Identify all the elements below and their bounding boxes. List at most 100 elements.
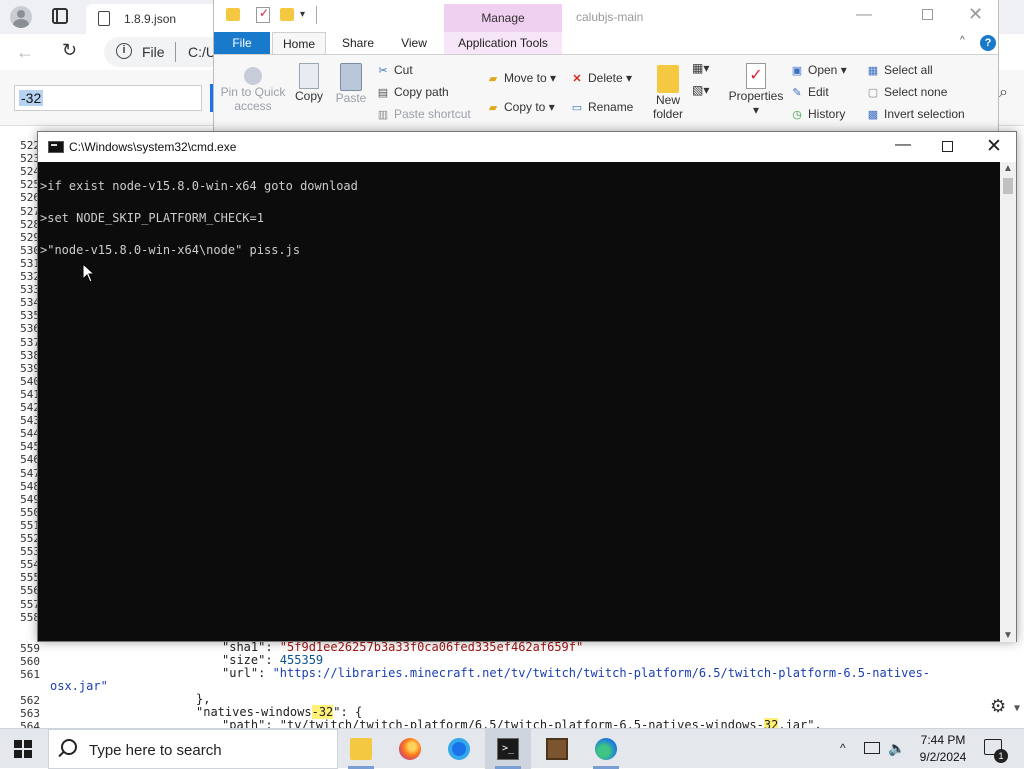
move-to-button[interactable]: ▰ Move to ▾ [486,71,556,85]
close-icon[interactable]: ✕ [968,4,983,25]
paste-shortcut-button[interactable]: ▥ Paste shortcut [376,107,471,121]
tab-file[interactable]: File [214,32,270,54]
folder-icon [226,8,240,21]
minimize-icon[interactable]: — [856,6,872,24]
copy-path-label: Copy path [394,85,449,99]
taskbar-chrome[interactable] [436,729,482,769]
json-key: "size": [222,653,280,667]
windows-start-icon[interactable] [14,740,32,758]
taskbar-search-box[interactable]: Type here to search [48,729,338,769]
edit-button[interactable]: ✎ Edit [790,85,828,99]
close-icon[interactable]: ✕ [986,135,1002,158]
maximize-icon[interactable] [922,9,933,20]
delete-icon: ✕ [572,73,582,85]
minimize-icon[interactable]: — [895,136,911,154]
line-number: 531 [20,256,40,270]
select-all-button[interactable]: ▦ Select all [866,63,933,77]
scroll-up-icon[interactable]: ▲ [1003,163,1013,174]
select-all-icon: ▦ [867,65,879,77]
cut-button[interactable]: ✂ Cut [376,63,413,77]
ribbon-collapse-icon[interactable]: ^ [960,35,965,46]
line-number: 542 [20,401,40,414]
taskbar-minecraft[interactable] [534,729,580,769]
line-number: 555 [20,571,40,585]
copy-path-button[interactable]: ▤ Copy path [376,85,449,99]
line-number: 545 [20,440,40,454]
line-number: 533 [20,283,40,297]
cmd-window[interactable]: C:\Windows\system32\cmd.exe — ✕ >if exis… [37,131,1017,642]
history-button[interactable]: ◷ History [790,107,845,121]
gear-icon[interactable]: ⚙ [990,696,1006,717]
tab-view[interactable]: View [390,32,438,54]
delete-button[interactable]: ✕ Delete ▾ [570,71,632,85]
taskbar-firefox[interactable] [387,729,433,769]
tab-share[interactable]: Share [332,32,384,54]
scroll-down-icon[interactable]: ▼ [1003,630,1013,641]
rename-button[interactable]: ▭ Rename [570,100,634,114]
new-item-button[interactable]: ▦▾ [692,61,716,75]
edit-icon: ✎ [792,87,802,99]
line-number: 552 [20,532,40,545]
info-icon[interactable]: i [116,43,132,59]
help-icon[interactable]: ? [980,35,996,51]
select-none-button[interactable]: ▢ Select none [866,85,948,99]
line-number: 532 [20,270,40,283]
new-folder-icon [657,65,679,93]
line-number-gutter: 522 523 524 525 526 527 528 529 530 531 532 533 534 5… [0,126,40,728]
tab-home[interactable]: Home [272,32,326,54]
copy-button[interactable]: Copy [292,63,326,103]
copy-to-label: Copy to [504,100,546,114]
tab-manage[interactable]: Manage [444,4,562,32]
ribbon: Pin to Quick access Copy Paste ✂ Cut ▤ Cop… [214,54,998,132]
scroll-down-icon[interactable]: ▼ [1014,703,1020,714]
new-folder-button[interactable]: New folder [644,65,692,121]
line-number: 558 [20,610,40,624]
select-none-icon: ▢ [867,87,879,99]
quick-access-dropdown-icon[interactable]: ▾ [300,9,305,20]
network-icon[interactable] [864,742,880,754]
properties-quick-icon[interactable] [256,6,270,23]
taskbar-edge[interactable] [583,729,629,769]
cmd-output[interactable]: >if exist node-v15.8.0-win-x64 goto down… [38,162,1000,642]
cut-label: Cut [394,63,413,77]
chevron-up-icon[interactable]: ^ [840,741,846,755]
properties-label: Properties [728,89,784,103]
json-link-continued[interactable]: osx.jar" [50,679,108,693]
line-number: 557 [20,597,40,611]
clock-date[interactable]: 9/2/2024 [910,750,976,764]
document-icon [98,11,110,26]
open-button[interactable]: ▣ Open ▾ [790,63,847,77]
search-icon[interactable]: ⌕ [999,84,1008,102]
taskbar-terminal[interactable]: >_ [485,729,531,769]
copy-to-button[interactable]: ▰ Copy to ▾ [486,100,555,114]
back-icon[interactable]: ← [16,42,34,63]
invert-selection-button[interactable]: ▩ Invert selection [866,107,965,121]
cmd-titlebar[interactable]: C:\Windows\system32\cmd.exe — ✕ [38,132,1016,162]
easy-access-button[interactable]: ▧▾ [692,83,716,97]
find-input[interactable]: -32 [14,85,202,111]
line-number: 548 [20,479,40,493]
address-url[interactable]: C:/U [188,44,216,60]
line-number: 553 [20,545,40,559]
new-folder-quick-icon[interactable] [280,8,294,21]
maximize-icon[interactable] [942,141,953,152]
line-number: 539 [20,361,40,375]
pin-to-quick-access-button[interactable]: Pin to Quick access [220,67,286,113]
explorer-titlebar: ▾ Manage calubjs-main — ✕ [214,0,998,32]
find-query: -32 [19,90,44,106]
json-link[interactable]: "https://libraries.minecraft.net/tv/twit… [273,666,930,680]
volume-icon[interactable]: 🔈 [888,740,905,757]
tab-actions-icon[interactable] [52,8,68,24]
tab-application-tools[interactable]: Application Tools [444,32,562,54]
line-number: 556 [20,584,40,598]
taskbar-file-explorer[interactable] [338,729,384,769]
select-all-label: Select all [884,63,933,77]
profile-icon[interactable] [10,6,32,28]
line-number: 549 [20,492,40,506]
scroll-thumb[interactable] [1003,178,1013,194]
properties-button[interactable]: ✓ Properties ▾ [728,63,784,117]
paste-button[interactable]: Paste [332,63,370,105]
refresh-icon[interactable]: ↻ [62,40,77,61]
clock-time[interactable]: 7:44 PM [910,733,976,747]
cmd-scrollbar[interactable]: ▲ ▼ [1000,162,1016,642]
